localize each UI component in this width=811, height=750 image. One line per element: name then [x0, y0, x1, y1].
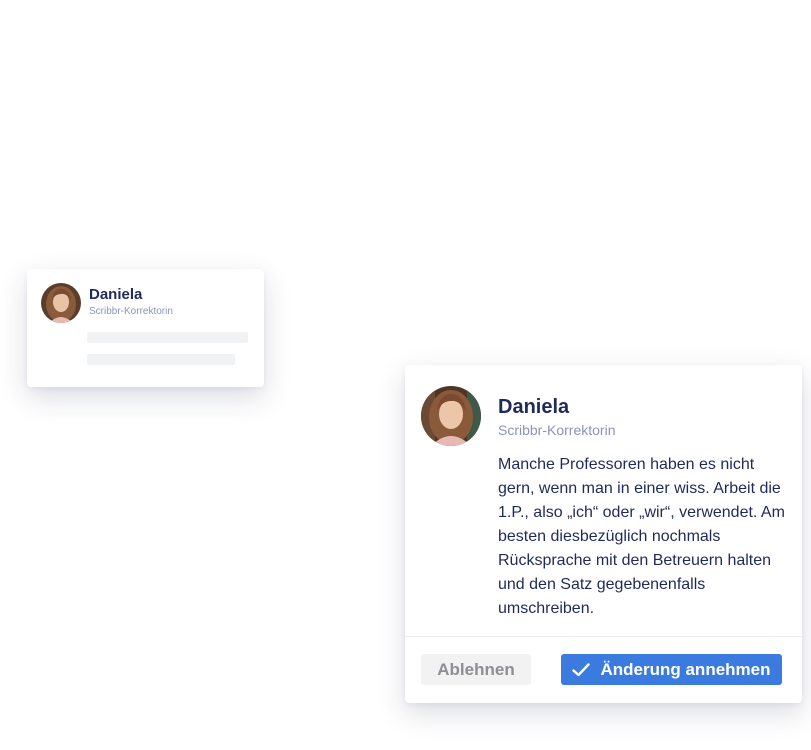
reviewer-role: Scribbr-Korrektorin — [498, 422, 616, 438]
accept-change-button[interactable]: Änderung annehmen — [561, 654, 782, 685]
divider — [405, 636, 802, 637]
avatar — [41, 283, 81, 323]
skeleton-line — [87, 354, 235, 365]
reviewer-name: Daniela — [89, 286, 143, 303]
reviewer-name: Daniela — [498, 396, 570, 418]
avatar — [421, 386, 481, 446]
accept-button-label: Änderung annehmen — [600, 659, 771, 679]
preview-comment-card[interactable]: Daniela Scribbr-Korrektorin — [27, 269, 264, 387]
skeleton-line — [87, 332, 248, 343]
comment-message: Manche Professoren haben es nicht gern, … — [498, 456, 785, 617]
comment-card: Daniela Scribbr-Korrektorin Manche Profe… — [405, 365, 802, 703]
reviewer-role: Scribbr-Korrektorin — [89, 306, 173, 317]
reject-button-label: Ablehnen — [437, 659, 515, 679]
reject-button[interactable]: Ablehnen — [421, 654, 531, 685]
check-icon — [572, 662, 591, 676]
